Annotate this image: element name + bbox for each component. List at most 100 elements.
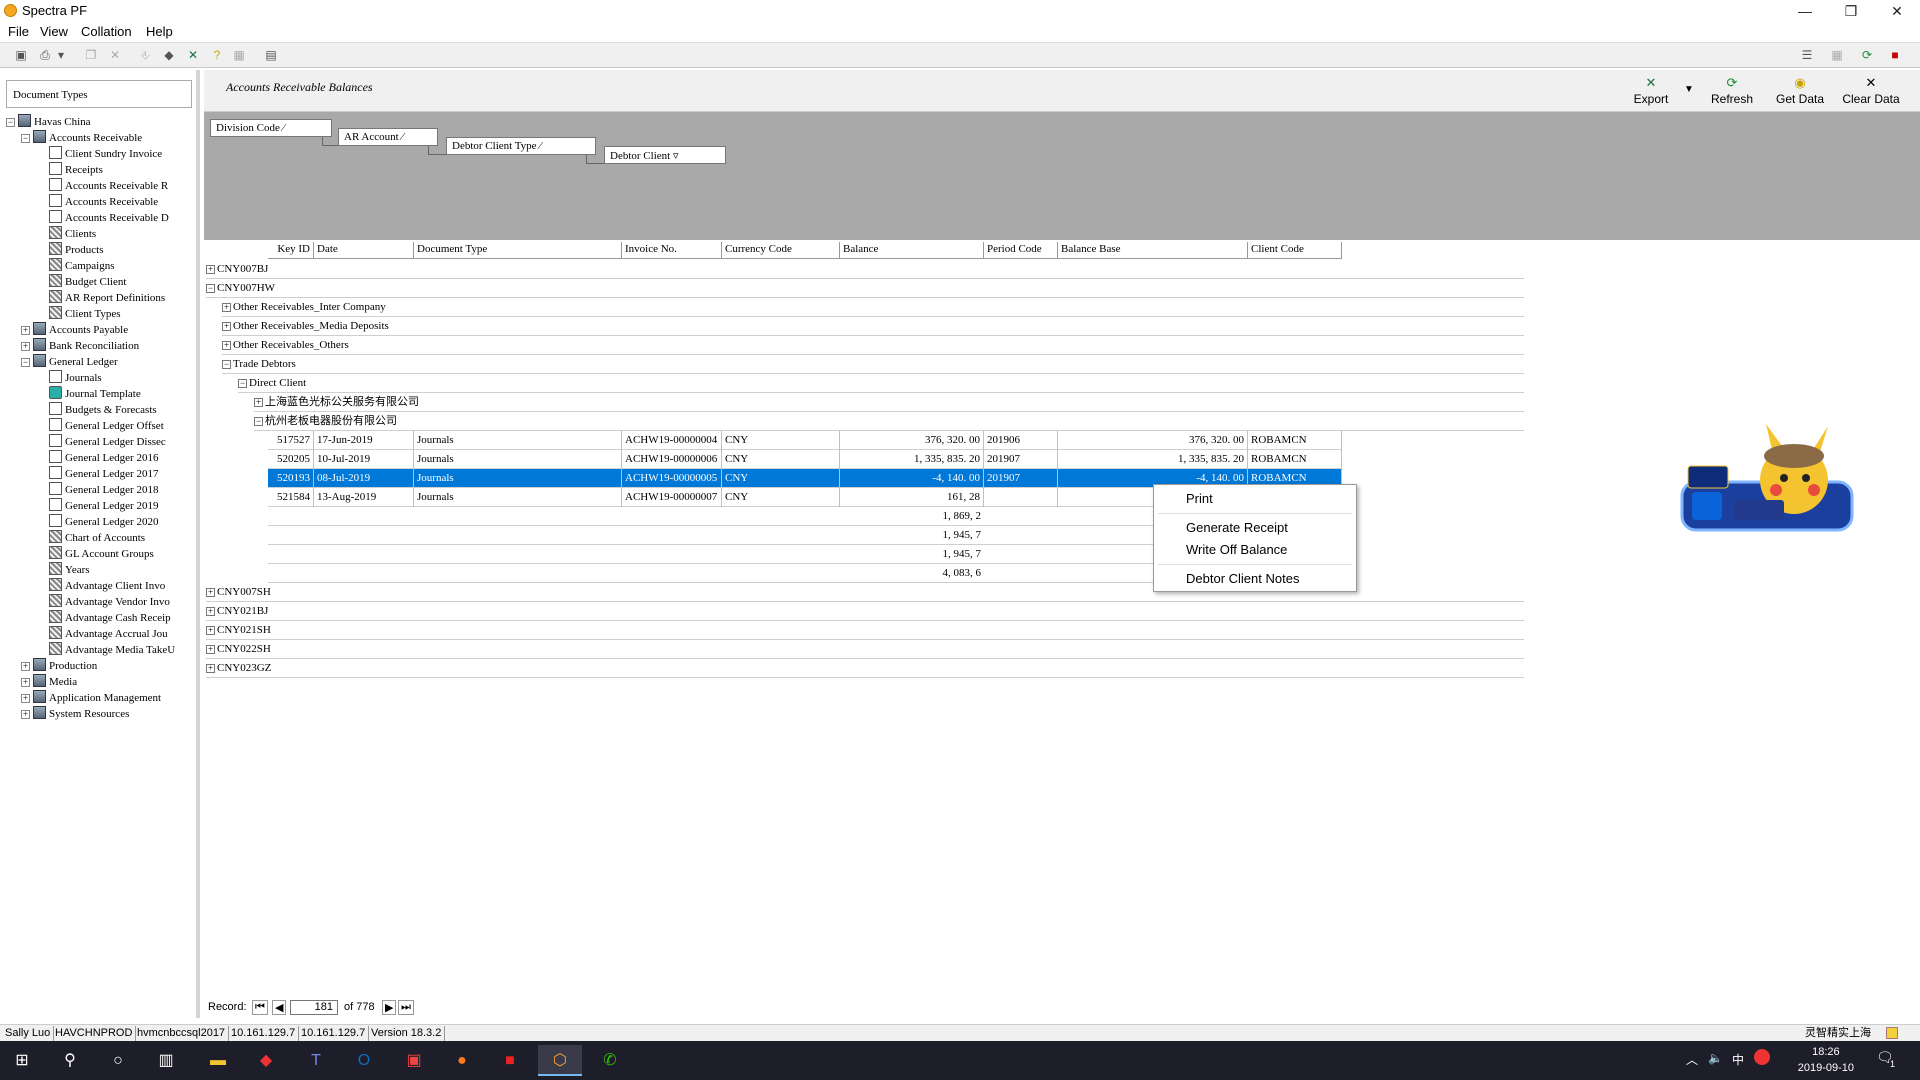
taskbar-clock[interactable]: 18:26 2019-09-10	[1798, 1044, 1854, 1076]
last-record-button[interactable]: ⏭	[398, 1000, 414, 1015]
column-header[interactable]: Date	[314, 242, 414, 259]
expand-icon[interactable]: +	[21, 342, 30, 351]
menu-file[interactable]: File	[8, 24, 29, 39]
collapse-icon[interactable]: −	[222, 360, 231, 369]
column-header[interactable]: Balance	[840, 242, 984, 259]
expand-icon[interactable]: +	[21, 678, 30, 687]
tray-chevron-icon[interactable]: ︿	[1686, 1051, 1698, 1068]
export-dropdown-icon[interactable]: ▼	[1682, 84, 1696, 95]
excel-icon[interactable]: ✕	[184, 47, 202, 63]
tree-item[interactable]: General Ledger 2017	[36, 466, 158, 482]
expand-icon[interactable]: +	[222, 303, 231, 312]
tree-item[interactable]: General Ledger 2019	[36, 498, 158, 514]
tree-item[interactable]: + System Resources	[21, 706, 129, 722]
layout-icon[interactable]: ▦	[1828, 47, 1846, 63]
group-row-client-type[interactable]: − Trade Debtors	[222, 355, 1524, 374]
table-row[interactable]: 520205 10-Jul-2019 Journals ACHW19-00000006…	[268, 450, 1342, 469]
save-icon[interactable]: ▣	[12, 47, 30, 63]
refresh-toolbar-icon[interactable]: ⟳	[1858, 47, 1876, 63]
expand-icon[interactable]: +	[206, 607, 215, 616]
first-record-button[interactable]: ⏮	[252, 1000, 268, 1015]
collapse-icon[interactable]: −	[6, 118, 15, 127]
cell-invoice[interactable]: ACHW19-00000005	[622, 469, 722, 488]
cell-client[interactable]: ROBAMCN	[1248, 450, 1342, 469]
get-data-button[interactable]: ◉ Get Data	[1770, 76, 1830, 107]
expand-icon[interactable]: +	[222, 341, 231, 350]
task-view-icon[interactable]: ▥	[144, 1045, 188, 1076]
tree-item[interactable]: + Application Management	[21, 690, 161, 706]
tree-item[interactable]: − Havas China	[6, 114, 91, 130]
copy-icon[interactable]: ❐	[82, 47, 100, 63]
ime-tray-icon[interactable]: 中	[1732, 1051, 1744, 1068]
cell-invoice[interactable]: ACHW19-00000006	[622, 450, 722, 469]
cell-key[interactable]: 520205	[268, 450, 314, 469]
expand-icon[interactable]: +	[206, 645, 215, 654]
tree-item[interactable]: Advantage Client Invo	[36, 578, 165, 594]
cell-doctype[interactable]: Journals	[414, 488, 622, 507]
context-debtor-client-notes[interactable]: Debtor Client Notes	[1186, 571, 1299, 586]
clear-data-button[interactable]: ✕ Clear Data	[1836, 76, 1906, 107]
context-generate-receipt[interactable]: Generate Receipt	[1186, 520, 1288, 535]
group-row-division[interactable]: + CNY021BJ	[206, 602, 1524, 621]
tree-item[interactable]: Budgets & Forecasts	[36, 402, 157, 418]
column-header[interactable]: Client Code	[1248, 242, 1342, 259]
expand-icon[interactable]: +	[254, 398, 263, 407]
group-row-division[interactable]: + CNY023GZ	[206, 659, 1524, 678]
group-chip-debtor-client-type[interactable]: Debtor Client Type ⁄	[446, 137, 596, 155]
wechat-icon[interactable]: ✆	[588, 1045, 632, 1076]
ime-mode-icon[interactable]	[1886, 1027, 1898, 1039]
cell-doctype[interactable]: Journals	[414, 431, 622, 450]
menu-collation[interactable]: Collation	[81, 24, 132, 39]
group-row-division[interactable]: + CNY007BJ	[206, 260, 1524, 279]
floating-widget[interactable]	[1674, 420, 1854, 556]
delete-icon[interactable]: ✕	[106, 47, 124, 63]
context-write-off-balance[interactable]: Write Off Balance	[1186, 542, 1287, 557]
tree-item[interactable]: General Ledger 2018	[36, 482, 158, 498]
tree-item[interactable]: Advantage Accrual Jou	[36, 626, 168, 642]
expand-icon[interactable]: +	[206, 664, 215, 673]
tree-item[interactable]: Budget Client	[36, 274, 126, 290]
tree-item[interactable]: Accounts Receivable D	[36, 210, 169, 226]
cell-balance[interactable]: -4, 140. 00	[840, 469, 984, 488]
print-dropdown-icon[interactable]: ▾	[56, 47, 66, 63]
menu-view[interactable]: View	[40, 24, 68, 39]
attach-icon[interactable]: ⎀	[136, 47, 154, 63]
cell-client[interactable]: ROBAMCN	[1248, 431, 1342, 450]
group-chip-debtor-client[interactable]: Debtor Client ▿	[604, 146, 726, 164]
tree-item[interactable]: + Accounts Payable	[21, 322, 128, 338]
tree-item[interactable]: Receipts	[36, 162, 103, 178]
tree-item[interactable]: General Ledger 2016	[36, 450, 158, 466]
collapse-icon[interactable]: −	[254, 417, 263, 426]
column-header[interactable]: Period Code	[984, 242, 1058, 259]
refresh-button[interactable]: ⟳ Refresh	[1704, 76, 1760, 107]
group-row-division[interactable]: + CNY021SH	[206, 621, 1524, 640]
cell-date[interactable]: 13-Aug-2019	[314, 488, 414, 507]
youdao-icon[interactable]: ■	[488, 1045, 532, 1076]
tree-view-icon[interactable]: ☰	[1798, 47, 1816, 63]
tree-item[interactable]: Advantage Vendor Invo	[36, 594, 170, 610]
cell-doctype[interactable]: Journals	[414, 469, 622, 488]
tree-item[interactable]: + Production	[21, 658, 97, 674]
cell-base[interactable]: 1, 335, 835. 20	[1058, 450, 1248, 469]
cortana-icon[interactable]: ○	[96, 1045, 140, 1076]
tree-item[interactable]: + Bank Reconciliation	[21, 338, 139, 354]
tree-item[interactable]: − Accounts Receivable	[21, 130, 142, 146]
tree-item[interactable]: General Ledger Dissec	[36, 434, 166, 450]
restore-button[interactable]: ❐	[1828, 0, 1874, 22]
cell-key[interactable]: 520193	[268, 469, 314, 488]
expand-icon[interactable]: +	[21, 326, 30, 335]
group-row-division[interactable]: + CNY022SH	[206, 640, 1524, 659]
tree-item[interactable]: Chart of Accounts	[36, 530, 145, 546]
window-icon[interactable]: ▤	[262, 47, 280, 63]
cell-invoice[interactable]: ACHW19-00000007	[622, 488, 722, 507]
tree-item[interactable]: Client Sundry Invoice	[36, 146, 162, 162]
search-icon[interactable]: ⚲	[48, 1045, 92, 1076]
cell-currency[interactable]: CNY	[722, 450, 840, 469]
cell-balance[interactable]: 376, 320. 00	[840, 431, 984, 450]
tree-item[interactable]: − General Ledger	[21, 354, 118, 370]
exit-icon[interactable]: ■	[1886, 47, 1904, 63]
group-row-client-type[interactable]: + Other Receivables_Media Deposits	[222, 317, 1524, 336]
spectra-taskbar-icon[interactable]: ⬡	[538, 1045, 582, 1076]
table-row[interactable]: 517527 17-Jun-2019 Journals ACHW19-00000004…	[268, 431, 1342, 450]
group-row-client-type[interactable]: + Other Receivables_Inter Company	[222, 298, 1524, 317]
